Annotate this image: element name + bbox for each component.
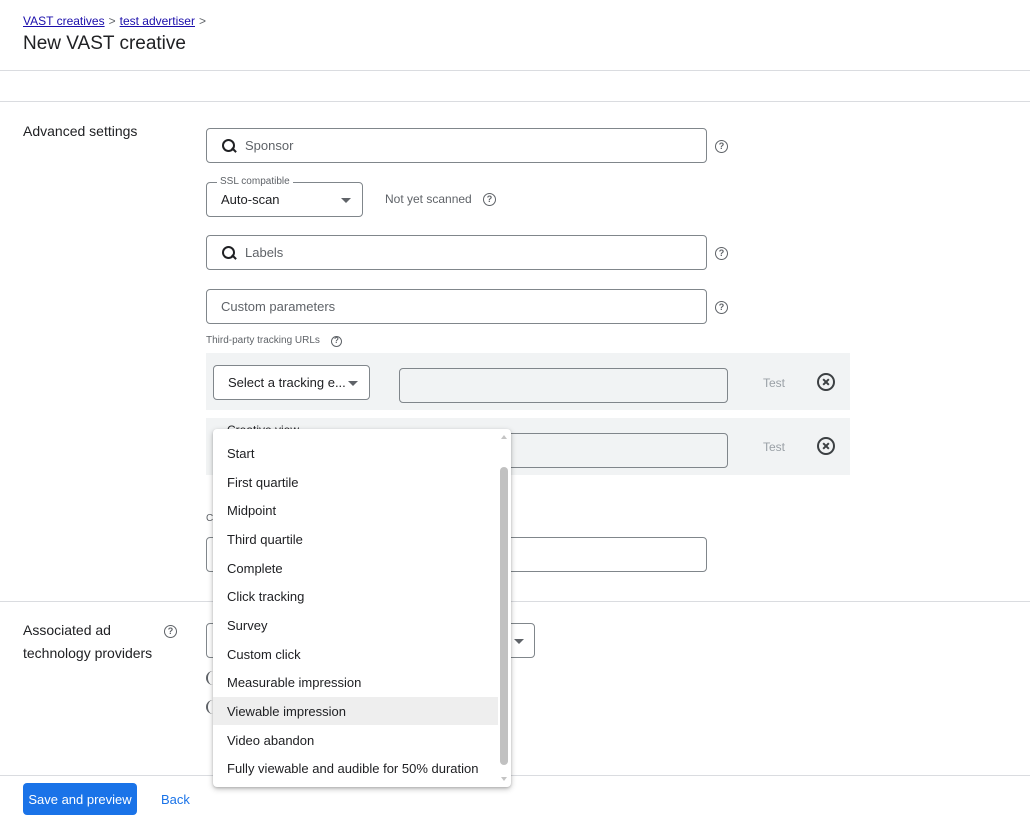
scroll-down-arrow-icon[interactable] xyxy=(501,777,507,781)
help-icon[interactable]: ? xyxy=(715,247,728,260)
help-icon[interactable]: ? xyxy=(715,140,728,153)
test-button[interactable]: Test xyxy=(763,440,785,454)
close-icon[interactable] xyxy=(817,437,835,455)
dropdown-option-measurable-impression[interactable]: Measurable impression xyxy=(213,668,498,696)
tracking-urls-label: Third-party tracking URLs xyxy=(206,335,320,346)
dropdown-option-custom-click[interactable]: Custom click xyxy=(213,640,498,668)
labels-placeholder: Labels xyxy=(245,245,284,260)
custom-parameters-placeholder: Custom parameters xyxy=(221,299,336,314)
dropdown-option-midpoint[interactable]: Midpoint xyxy=(213,496,498,524)
tracking-event-value: Select a tracking e... xyxy=(228,375,346,390)
breadcrumb: VAST creatives > test advertiser > xyxy=(23,14,206,28)
help-icon[interactable]: ? xyxy=(331,336,342,347)
dropdown-option-start[interactable]: Start xyxy=(213,439,498,467)
scrollbar-thumb[interactable] xyxy=(500,467,508,765)
save-and-preview-button[interactable]: Save and preview xyxy=(23,783,137,815)
section-divider xyxy=(0,601,1030,602)
search-icon xyxy=(221,245,237,261)
ssl-compatible-select[interactable]: SSL compatible Auto-scan xyxy=(206,176,363,217)
chevron-down-icon xyxy=(348,381,358,386)
help-icon[interactable]: ? xyxy=(164,625,177,638)
providers-label: Associated ad xyxy=(23,622,111,638)
page-title: New VAST creative xyxy=(23,33,186,54)
tracking-event-dropdown: Start First quartile Midpoint Third quar… xyxy=(213,429,511,787)
close-icon[interactable] xyxy=(817,373,835,391)
breadcrumb-test-advertiser[interactable]: test advertiser xyxy=(120,14,195,28)
scroll-up-arrow-icon[interactable] xyxy=(501,435,507,439)
help-icon[interactable]: ? xyxy=(483,193,496,206)
labels-search-field[interactable]: Labels xyxy=(206,235,707,270)
help-icon[interactable]: ? xyxy=(715,301,728,314)
search-icon xyxy=(221,138,237,154)
breadcrumb-separator: > xyxy=(108,14,116,28)
dropdown-option-click-tracking[interactable]: Click tracking xyxy=(213,582,498,610)
dropdown-scrollbar[interactable] xyxy=(500,433,509,783)
footer-divider xyxy=(0,775,1030,776)
breadcrumb-vast-creatives[interactable]: VAST creatives xyxy=(23,14,105,28)
section-divider xyxy=(0,101,1030,102)
test-button[interactable]: Test xyxy=(763,376,785,390)
back-button[interactable]: Back xyxy=(161,792,190,807)
providers-label-line2: technology providers xyxy=(23,645,153,661)
chevron-down-icon xyxy=(514,639,524,644)
ssl-scan-status: Not yet scanned xyxy=(385,192,472,206)
chevron-down-icon xyxy=(341,198,351,203)
tracking-event-select[interactable]: Select a tracking e... xyxy=(213,365,370,400)
ssl-compatible-value: Auto-scan xyxy=(221,192,280,207)
page-header: VAST creatives > test advertiser > New V… xyxy=(0,0,1030,71)
ssl-compatible-label: SSL compatible xyxy=(217,176,293,187)
dropdown-option-viewable-impression[interactable]: Viewable impression xyxy=(213,697,498,725)
dropdown-option-fully-viewable-audible[interactable]: Fully viewable and audible for 50% durat… xyxy=(213,754,498,782)
tracking-url-input[interactable] xyxy=(399,368,728,403)
dropdown-option-survey[interactable]: Survey xyxy=(213,611,498,639)
breadcrumb-separator: > xyxy=(198,14,206,28)
dropdown-option-video-abandon[interactable]: Video abandon xyxy=(213,726,498,754)
custom-parameters-input[interactable]: Custom parameters xyxy=(206,289,707,324)
sponsor-search-field[interactable]: Sponsor xyxy=(206,128,707,163)
dropdown-option-third-quartile[interactable]: Third quartile xyxy=(213,525,498,553)
dropdown-option-first-quartile[interactable]: First quartile xyxy=(213,468,498,496)
sponsor-placeholder: Sponsor xyxy=(245,138,294,153)
advanced-settings-label: Advanced settings xyxy=(23,123,138,139)
dropdown-option-complete[interactable]: Complete xyxy=(213,554,498,582)
